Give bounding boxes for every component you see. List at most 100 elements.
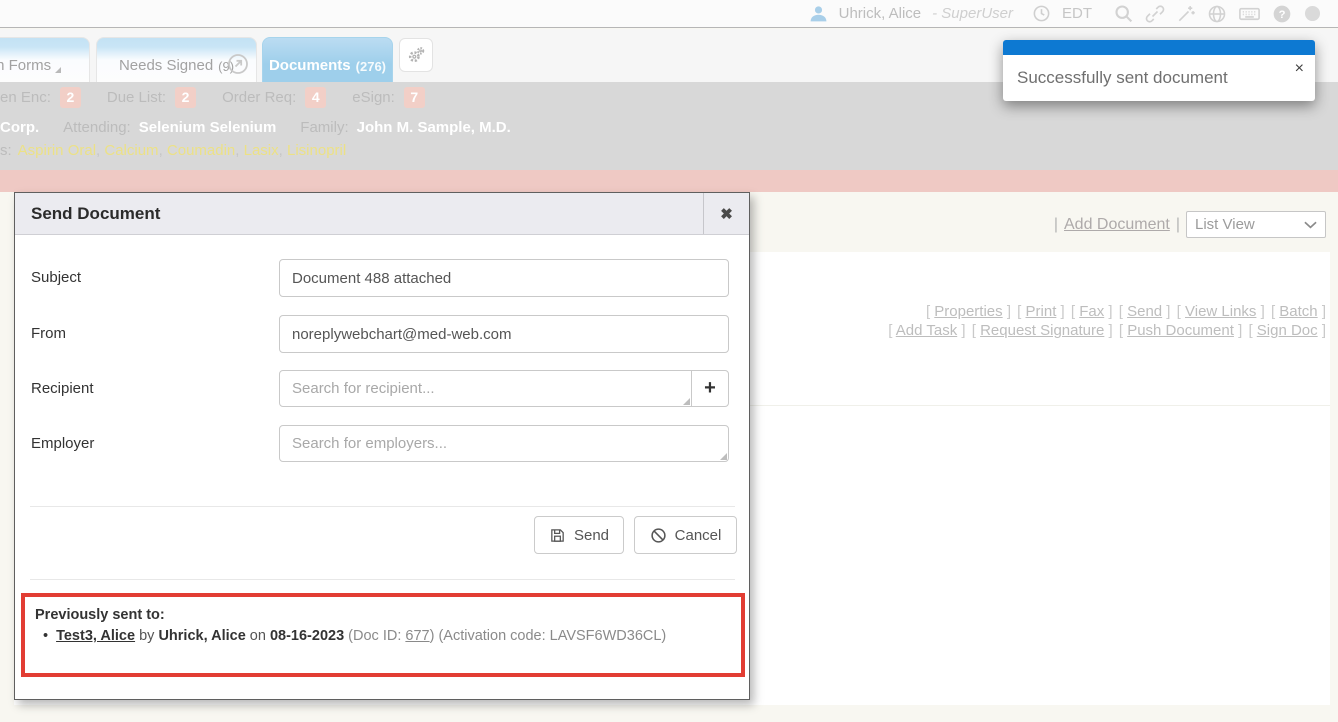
attending-label: Attending: [63,119,131,136]
search-icon[interactable] [1113,3,1134,24]
view-mode-select[interactable]: List View [1186,211,1326,238]
user-role: - SuperUser [932,5,1013,22]
add-document-link[interactable]: Add Document [1064,216,1170,234]
patient-demographics: Corp. Attending: Selenium Selenium Famil… [0,119,511,136]
count-badge: 2 [60,87,81,108]
medication-item[interactable]: Calcium [104,142,167,159]
wand-icon[interactable] [1176,4,1196,24]
add-recipient-button[interactable]: + [691,370,729,407]
medication-item[interactable]: Aspirin Oral [18,142,105,159]
tab-label: Needs Signed [119,57,213,74]
employer-label: Employer [31,425,94,463]
toast-body: Successfully sent document × [1003,55,1315,101]
tab-documents[interactable]: Documents (276) [262,37,393,82]
family-value: John M. Sample, M.D. [357,119,511,136]
subject-input[interactable] [279,259,729,297]
action-view-links[interactable]: View Links [1177,303,1269,320]
toast-message: Successfully sent document [1017,68,1228,88]
close-icon[interactable]: ✖ [703,193,749,234]
modal-title: Send Document [31,193,160,235]
keyboard-icon[interactable] [1238,2,1261,25]
user-name[interactable]: Uhrick, Alice [839,5,922,22]
medication-item[interactable]: Lasix [244,142,287,159]
sent-date: 08-16-2023 [270,628,344,644]
sender-name: Uhrick, Alice [158,628,245,644]
action-sign-doc[interactable]: Sign Doc [1248,322,1326,339]
count-badge: 2 [175,87,196,108]
resize-handle-icon[interactable] [683,398,690,405]
tab-settings-button[interactable] [399,38,433,72]
action-push-document[interactable]: Push Document [1119,322,1247,339]
tab-screen-forms[interactable]: creen Forms [0,37,90,82]
action-batch[interactable]: Batch [1271,303,1326,320]
from-input[interactable] [279,315,729,353]
cancel-button[interactable]: Cancel [634,516,737,554]
counter-open-enc[interactable]: en Enc:2 [0,87,81,108]
resize-handle-icon[interactable] [720,453,727,460]
counter-due-list[interactable]: Due List:2 [107,87,196,108]
separator: | [1054,216,1058,234]
patient-medications: s: Aspirin OralCalciumCoumadinLasixLisin… [0,142,346,159]
employer-input[interactable] [279,425,729,462]
counter-order-req[interactable]: Order Req:4 [222,87,326,108]
document-toolbar: | Add Document | List View [1054,211,1326,238]
subject-label: Subject [31,259,81,297]
from-label: From [31,315,66,353]
medication-item[interactable]: Lisinopril [287,142,346,159]
timezone-label: EDT [1062,5,1092,22]
action-add-task[interactable]: Add Task [888,322,969,339]
send-button[interactable]: Send [534,516,624,554]
send-document-modal: Send Document ✖ Subject From Recipient +… [14,192,750,700]
action-links-row1: PropertiesPrintFaxSendView LinksBatch [766,302,1326,321]
toast-accent-bar [1003,40,1315,55]
medication-item[interactable]: Coumadin [167,142,244,159]
status-counters: en Enc:2 Due List:2 Order Req:4 eSign:7 [0,87,425,108]
doc-id-link[interactable]: 677 [405,628,429,644]
count-badge: 7 [404,87,425,108]
action-links-row2: Add TaskRequest SignaturePush DocumentSi… [766,321,1326,340]
medications-list: Aspirin OralCalciumCoumadinLasixLisinopr… [18,142,347,159]
tab-label: creen Forms [0,57,51,74]
user-icon [809,4,828,23]
action-fax[interactable]: Fax [1071,303,1117,320]
toast-notification: Successfully sent document × [1003,40,1315,101]
dropdown-corner-icon [55,67,61,73]
document-action-links: PropertiesPrintFaxSendView LinksBatch Ad… [766,302,1326,340]
action-properties[interactable]: Properties [926,303,1015,320]
ban-icon [650,527,667,544]
count-badge: 4 [305,87,326,108]
medications-label: s: [0,142,12,159]
globe-icon[interactable] [1207,4,1227,24]
attending-value: Selenium Selenium [139,119,277,136]
action-request-signature[interactable]: Request Signature [972,322,1117,339]
previously-sent-highlight: Previously sent to: •Test3, Alice by Uhr… [21,593,745,677]
sent-recipient-link[interactable]: Test3, Alice [56,628,135,644]
view-mode-value: List View [1195,216,1255,233]
top-bar: Uhrick, Alice - SuperUser EDT ? [0,0,1338,28]
counter-esign[interactable]: eSign:7 [352,87,425,108]
separator: | [1176,216,1180,234]
family-label: Family: [300,119,348,136]
activation-code: (Activation code: LAVSF6WD36CL) [438,628,666,644]
status-circle-icon [1303,4,1322,23]
help-icon[interactable]: ? [1272,4,1292,24]
action-print[interactable]: Print [1017,303,1069,320]
modal-header[interactable]: Send Document ✖ [15,193,749,235]
save-icon [549,527,566,544]
divider [30,506,735,507]
recipient-input[interactable] [279,370,692,407]
divider [30,579,735,580]
action-send[interactable]: Send [1119,303,1175,320]
link-icon[interactable] [1145,4,1165,24]
recipient-label: Recipient [31,370,94,408]
popout-arrow-icon[interactable] [225,51,251,77]
section-divider-bar [0,170,1338,192]
clock-icon [1032,4,1051,23]
previously-sent-heading: Previously sent to: [35,607,731,623]
previously-sent-entry: •Test3, Alice by Uhrick, Alice on 08-16-… [35,628,731,644]
chevron-down-icon [1304,221,1317,229]
svg-text:?: ? [1279,8,1286,20]
patient-employer: Corp. [0,119,39,136]
close-icon[interactable]: × [1295,60,1304,78]
tab-label: Documents [269,57,351,74]
